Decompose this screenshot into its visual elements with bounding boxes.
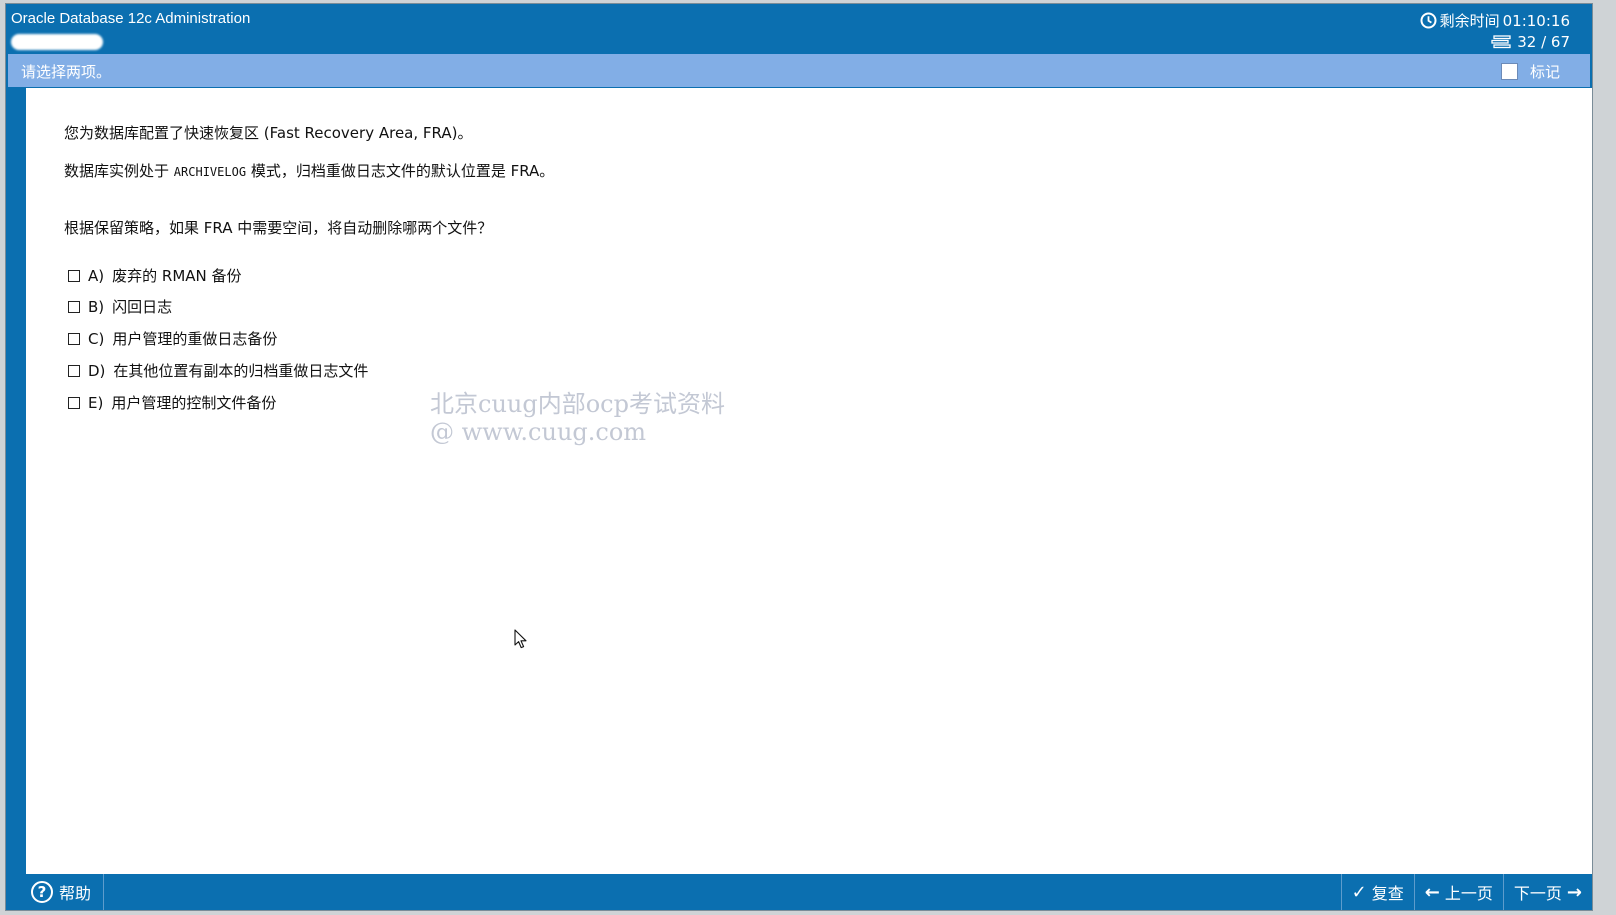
exam-window: Oracle Database 12c Administration 剩余时间 …	[6, 4, 1592, 910]
option-b[interactable]: B) 闪回日志	[68, 296, 172, 317]
watermark-line-2: @ www.cuug.com	[430, 418, 647, 446]
arrow-left-icon: ←	[1424, 881, 1440, 903]
redacted-candidate-name	[11, 34, 103, 50]
option-c-checkbox[interactable]	[68, 332, 80, 345]
option-c-letter: C)	[88, 329, 105, 348]
option-b-checkbox[interactable]	[68, 300, 80, 313]
option-a-letter: A)	[88, 266, 105, 285]
question-area: 您为数据库配置了快速恢复区 (Fast Recovery Area, FRA)。…	[26, 88, 1592, 874]
help-label: 帮助	[59, 884, 92, 903]
watermark-line-1: 北京cuug内部ocp考试资料	[430, 390, 725, 418]
mark-toggle[interactable]: 标记	[1500, 61, 1560, 82]
timer: 剩余时间 01:10:16	[1420, 10, 1570, 31]
review-label: 复查	[1371, 884, 1404, 903]
question-line-2-prefix: 数据库实例处于	[64, 162, 170, 180]
option-b-letter: B)	[88, 297, 105, 316]
watermark: 北京cuug内部ocp考试资料 @ www.cuug.com	[430, 390, 725, 446]
previous-button[interactable]: ← 上一页	[1413, 874, 1503, 910]
question-counter: 32 / 67	[1491, 33, 1570, 51]
previous-label: 上一页	[1444, 884, 1493, 903]
timer-label: 剩余时间	[1439, 12, 1500, 30]
option-d-text: 在其他位置有副本的归档重做日志文件	[113, 362, 369, 380]
option-a[interactable]: A) 废弃的 RMAN 备份	[68, 265, 242, 286]
screen-frame: Oracle Database 12c Administration 剩余时间 …	[0, 0, 1616, 915]
instruction-text: 请选择两项。	[21, 63, 112, 81]
mark-label: 标记	[1529, 63, 1560, 81]
instruction-bar: 请选择两项。 标记	[8, 54, 1590, 87]
question-line-1: 您为数据库配置了快速恢复区 (Fast Recovery Area, FRA)。	[64, 124, 473, 142]
arrow-right-icon: →	[1566, 881, 1582, 903]
archivelog-code: ARCHIVELOG	[173, 165, 247, 179]
mouse-cursor-icon	[514, 629, 528, 653]
option-e-checkbox[interactable]	[68, 396, 80, 409]
option-d[interactable]: D) 在其他位置有副本的归档重做日志文件	[68, 360, 368, 381]
stack-icon	[1491, 35, 1511, 49]
option-a-checkbox[interactable]	[68, 269, 80, 282]
question-line-2: 数据库实例处于 ARCHIVELOG 模式，归档重做日志文件的默认位置是 FRA…	[64, 160, 554, 181]
title-bar: Oracle Database 12c Administration 剩余时间 …	[6, 4, 1592, 54]
question-line-3: 根据保留策略，如果 FRA 中需要空间，将自动删除哪两个文件？	[64, 219, 493, 237]
option-e-letter: E)	[88, 393, 104, 412]
question-line-2-suffix: 模式，归档重做日志文件的默认位置是 FRA。	[250, 162, 555, 180]
clock-icon	[1420, 12, 1437, 29]
bottom-toolbar: ? 帮助 ✓ 复查 ← 上一页 下一页 →	[26, 874, 1592, 910]
app-title: Oracle Database 12c Administration	[11, 10, 251, 27]
progress-text: 32 / 67	[1517, 33, 1570, 51]
option-d-checkbox[interactable]	[68, 364, 80, 377]
option-e-text: 用户管理的控制文件备份	[111, 394, 277, 412]
navigation-buttons: ✓ 复查 ← 上一页 下一页 →	[1340, 874, 1592, 910]
check-icon: ✓	[1351, 881, 1367, 903]
option-c[interactable]: C) 用户管理的重做日志备份	[68, 328, 277, 349]
left-border	[8, 88, 26, 910]
next-label: 下一页	[1513, 884, 1562, 903]
review-button[interactable]: ✓ 复查	[1340, 874, 1414, 910]
option-b-text: 闪回日志	[112, 298, 173, 316]
help-icon: ?	[31, 881, 53, 903]
option-e[interactable]: E) 用户管理的控制文件备份	[68, 392, 276, 413]
option-d-letter: D)	[88, 361, 106, 380]
next-button[interactable]: 下一页 →	[1502, 874, 1592, 910]
mark-checkbox[interactable]	[1500, 63, 1518, 80]
timer-value: 01:10:16	[1502, 11, 1570, 30]
help-button[interactable]: ? 帮助	[26, 874, 104, 910]
option-a-text: 废弃的 RMAN 备份	[112, 267, 242, 285]
option-c-text: 用户管理的重做日志备份	[112, 330, 278, 348]
